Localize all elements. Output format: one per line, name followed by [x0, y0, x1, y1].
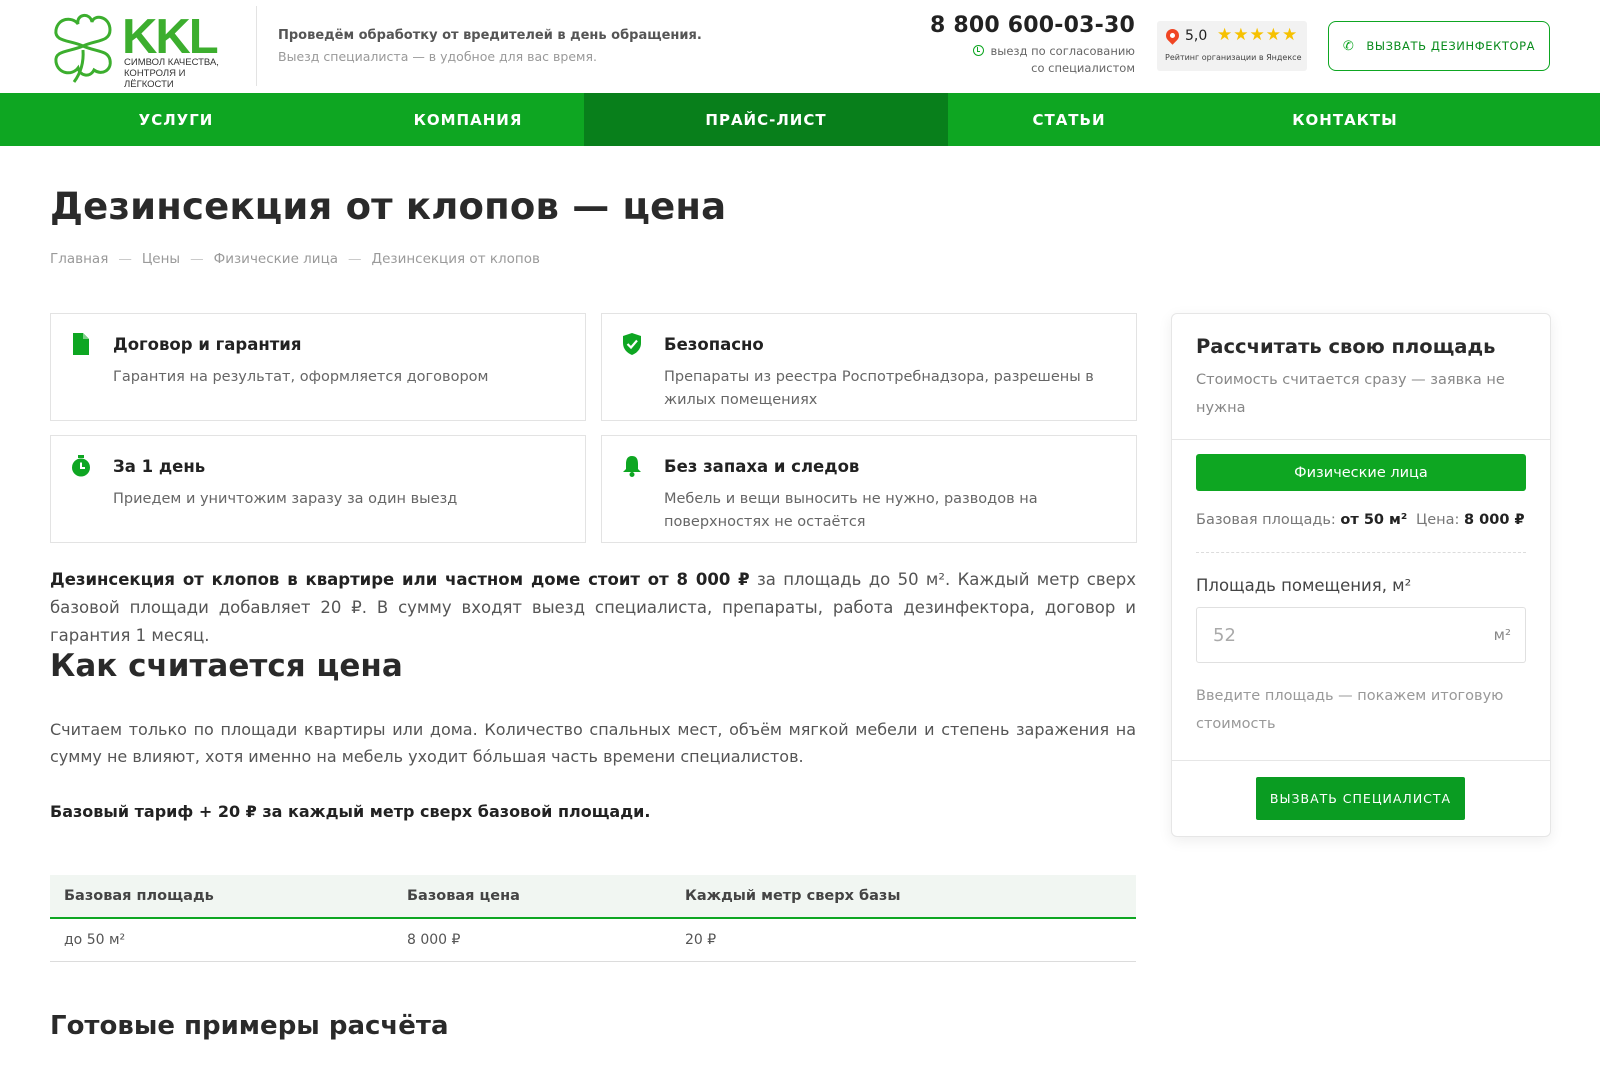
- intro-bold: Дезинсекция от клопов в квартире или час…: [50, 570, 750, 589]
- call-exterminator-button[interactable]: ✆ вызвать дезинфектора: [1328, 21, 1550, 71]
- price-value: 8 000 ₽: [1464, 512, 1525, 528]
- nav-item-price-list[interactable]: ПРАЙС-ЛИСТ: [584, 93, 948, 146]
- breadcrumb-separator: —: [190, 251, 204, 267]
- logo[interactable]: KKL символ качества, контроля и лёгкости: [50, 10, 230, 90]
- table-cell: 8 000 ₽: [393, 918, 671, 962]
- divider: [1172, 439, 1550, 440]
- area-unit: м²: [1493, 626, 1511, 644]
- document-icon: [73, 333, 89, 355]
- nav-item-articles[interactable]: СТАТЬИ: [948, 93, 1190, 146]
- rating-caption: Рейтинг организации в Яндексе: [1165, 53, 1302, 62]
- logo-tagline: символ качества, контроля и лёгкости: [124, 57, 219, 90]
- calculator-title: Рассчитать свою площадь: [1196, 335, 1496, 358]
- logo-wordmark: KKL: [122, 10, 219, 64]
- feature-desc: Препараты из реестра Роспотребнадзора, р…: [664, 369, 1094, 408]
- phone-number[interactable]: 8 800 600-03-30: [930, 13, 1135, 38]
- table-header: Базовая площадь: [50, 875, 393, 919]
- feature-title: Без запаха и следов: [664, 457, 860, 476]
- call-specialist-button[interactable]: вызвать специалиста: [1256, 777, 1465, 820]
- breadcrumb: Главная — Цены — Физические лица — Дезин…: [50, 251, 540, 267]
- table-header-row: Базовая площадь Базовая цена Каждый метр…: [50, 875, 1136, 919]
- area-input[interactable]: [1213, 622, 1473, 648]
- visit-note-line2: со специалистом: [1031, 61, 1135, 75]
- clover-logo-icon: [54, 14, 112, 83]
- base-area-label: Базовая площадь:: [1196, 512, 1336, 528]
- table-row: до 50 м² 8 000 ₽ 20 ₽: [50, 918, 1136, 962]
- rating-stars: ★★★★★: [1217, 25, 1299, 45]
- feature-desc: Приедем и уничтожим заразу за один выезд: [113, 491, 458, 507]
- shield-check-icon: [623, 333, 641, 355]
- base-price-info: Цена: 8 000 ₽: [1416, 512, 1525, 528]
- feature-card-one-day: За 1 день Приедем и уничтожим заразу за …: [50, 435, 586, 543]
- breadcrumb-prices[interactable]: Цены: [142, 251, 180, 267]
- base-area-value: от 50 м²: [1340, 512, 1408, 528]
- feature-title: За 1 день: [113, 457, 206, 476]
- bell-icon: [623, 456, 641, 477]
- feature-card-contract: Договор и гарантия Гарантия на результат…: [50, 313, 586, 421]
- site-header: KKL символ качества, контроля и лёгкости…: [0, 0, 1600, 93]
- feature-card-no-odor: Без запаха и следов Мебель и вещи выноси…: [601, 435, 1137, 543]
- clock-icon: [973, 45, 985, 56]
- price-label: Цена:: [1416, 512, 1460, 528]
- price-table: Базовая площадь Базовая цена Каждый метр…: [50, 875, 1136, 962]
- calculator-subtitle: Стоимость считается сразу — заявка не ну…: [1196, 372, 1505, 416]
- table-header: Каждый метр сверх базы: [671, 875, 1136, 919]
- header-tagline: Проведём обработку от вредителей в день …: [278, 28, 702, 43]
- call-button-label: вызвать дезинфектора: [1366, 39, 1536, 53]
- page-title: Дезинсекция от клопов — цена: [50, 185, 727, 228]
- table-cell: 20 ₽: [671, 918, 1136, 962]
- clock-icon: [72, 455, 90, 477]
- area-input-label: Площадь помещения, м²: [1196, 576, 1412, 595]
- area-calculator: Рассчитать свою площадь Стоимость считае…: [1171, 313, 1551, 837]
- location-pin-icon: [1163, 26, 1182, 45]
- section-heading-pricing: Как считается цена: [50, 648, 403, 684]
- base-area-info: Базовая площадь: от 50 м²: [1196, 512, 1407, 528]
- area-input-wrapper: м²: [1196, 607, 1526, 663]
- breadcrumb-home[interactable]: Главная: [50, 251, 108, 267]
- intro-paragraph: Дезинсекция от клопов в квартире или час…: [50, 566, 1136, 650]
- calculator-hint: Введите площадь — покажем итоговую стоим…: [1196, 688, 1504, 732]
- table-header: Базовая цена: [393, 875, 671, 919]
- breadcrumb-individuals[interactable]: Физические лица: [214, 251, 338, 267]
- visit-note-text: выезд по согласованию: [990, 44, 1135, 58]
- nav-item-company[interactable]: КОМПАНИЯ: [352, 93, 584, 146]
- header-divider: [256, 6, 257, 86]
- feature-desc: Мебель и вещи выносить не нужно, разводо…: [664, 491, 1038, 530]
- breadcrumb-separator: —: [118, 251, 132, 267]
- nav-item-contacts[interactable]: КОНТАКТЫ: [1190, 93, 1500, 146]
- feature-desc: Гарантия на результат, оформляется догов…: [113, 369, 489, 385]
- feature-title: Безопасно: [664, 335, 764, 354]
- section-heading-examples: Готовые примеры расчёта: [50, 1011, 449, 1041]
- feature-title: Договор и гарантия: [113, 335, 302, 354]
- rating-score: 5,0: [1185, 28, 1208, 44]
- tab-individuals[interactable]: Физические лица: [1196, 454, 1526, 491]
- nav-item-services[interactable]: УСЛУГИ: [0, 93, 352, 146]
- header-subtagline: Выезд специалиста — в удобное для вас вр…: [278, 49, 597, 64]
- table-cell: до 50 м²: [50, 918, 393, 962]
- pricing-paragraph: Считаем только по площади квартиры или д…: [50, 720, 1136, 766]
- breadcrumb-separator: —: [348, 251, 362, 267]
- yandex-rating-badge[interactable]: 5,0 ★★★★★ Рейтинг организации в Яндексе: [1157, 21, 1307, 71]
- visit-note-line1: выезд по согласованию: [973, 44, 1135, 58]
- divider: [1172, 760, 1550, 761]
- feature-card-safe: Безопасно Препараты из реестра Роспотреб…: [601, 313, 1137, 421]
- breadcrumb-current: Дезинсекция от клопов: [371, 251, 540, 267]
- pricing-formula: Базовый тариф + 20 ₽ за каждый метр свер…: [50, 802, 651, 821]
- phone-icon: ✆: [1342, 38, 1355, 54]
- dashed-divider: [1196, 552, 1526, 553]
- main-nav: УСЛУГИ КОМПАНИЯ ПРАЙС-ЛИСТ СТАТЬИ КОНТАК…: [0, 93, 1600, 146]
